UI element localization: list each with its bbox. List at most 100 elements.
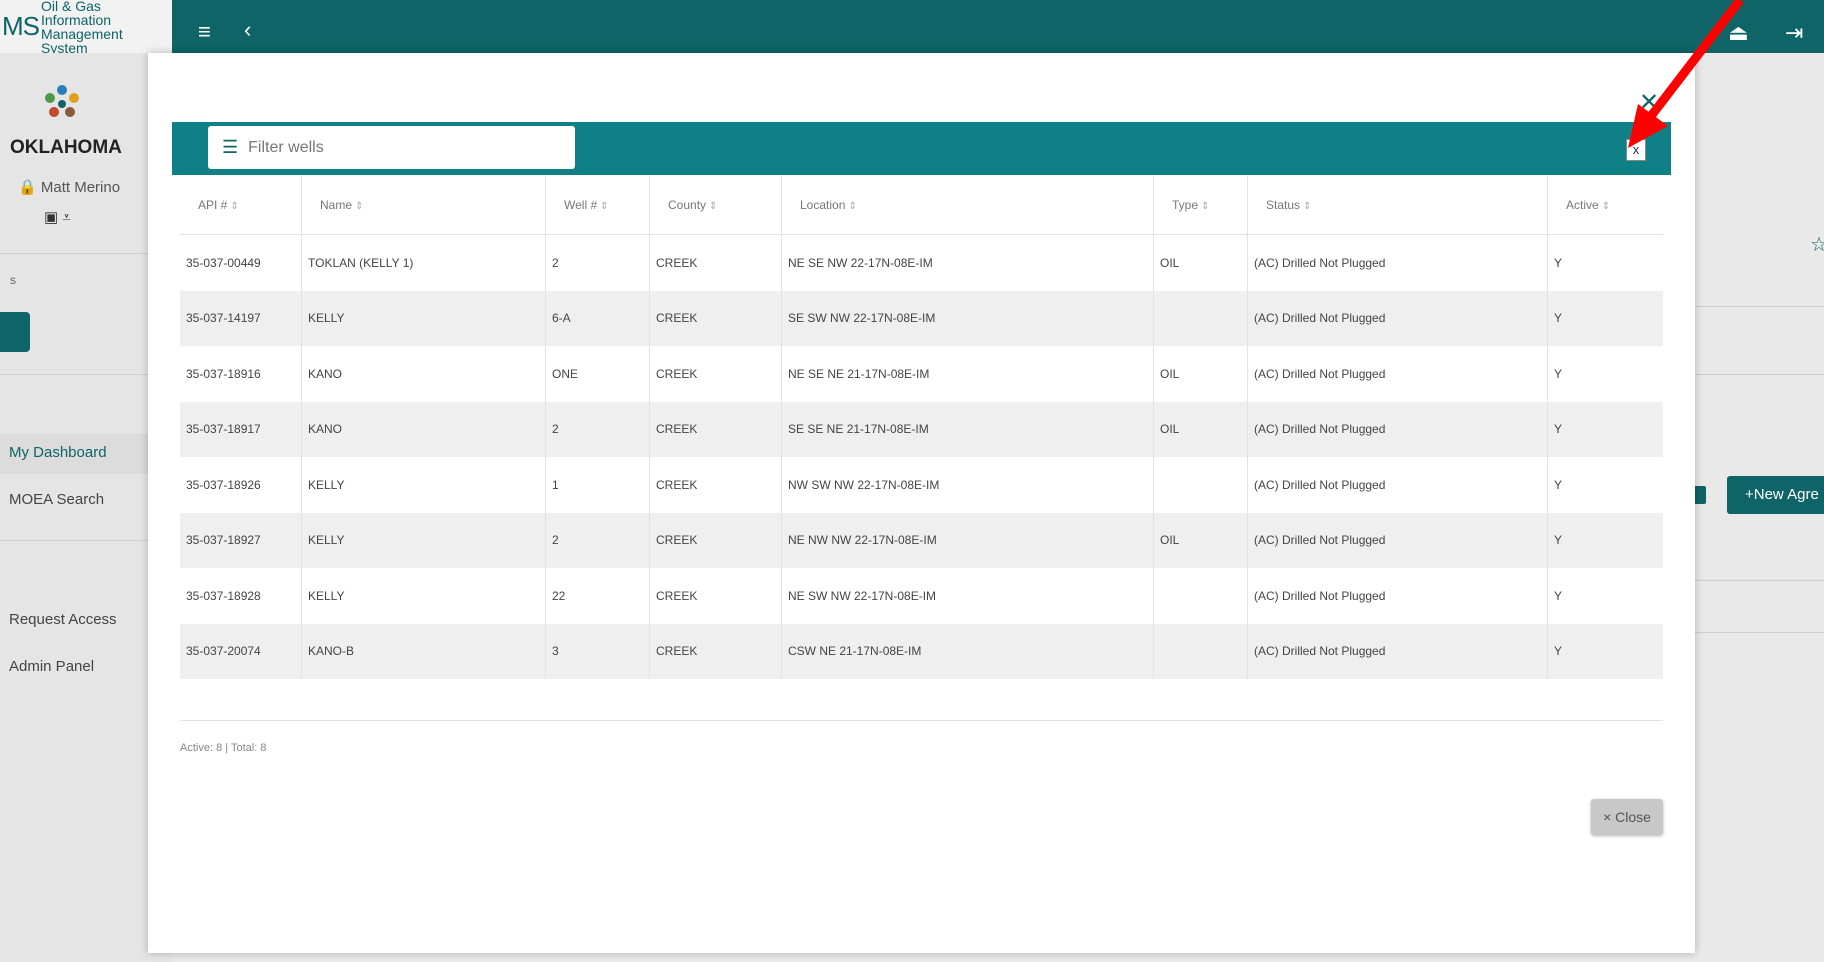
column-header-status[interactable]: Status ⇕ (1247, 176, 1548, 235)
user-name-text: Matt Merino (40, 179, 121, 196)
cell-county: CREEK (649, 234, 782, 291)
sidebar-item-moea-search[interactable]: MOEA Search (9, 491, 104, 508)
top-bar (0, 0, 1824, 53)
filter-icon: ☰ (222, 137, 239, 157)
cell-api: 35-037-14197 (180, 290, 302, 346)
logout-icon[interactable]: ⇥ (1785, 20, 1803, 46)
cell-status: (AC) Drilled Not Plugged (1247, 346, 1548, 402)
logo-text: Oil & Gas Information Management System (41, 0, 172, 55)
cell-status: (AC) Drilled Not Plugged (1247, 568, 1548, 624)
cell-type (1153, 623, 1248, 679)
sidebar-item-request-access[interactable]: Request Access (9, 611, 117, 628)
cell-active: Y (1547, 346, 1663, 402)
column-header-well-number[interactable]: Well # ⇕ (545, 176, 650, 235)
cell-type (1153, 457, 1248, 513)
state-logo-icon (45, 85, 79, 117)
cell-location: SE SE NE 21-17N-08E-IM (781, 401, 1154, 457)
column-header-label: Status (1266, 198, 1301, 212)
divider (1680, 306, 1824, 307)
divider (1680, 632, 1824, 633)
column-header-label: County (668, 198, 707, 212)
table-row[interactable]: 35-037-18917 KANO 2 CREEK SE SE NE 21-17… (180, 401, 1663, 457)
cell-county: CREEK (649, 512, 782, 568)
cell-status: (AC) Drilled Not Plugged (1247, 401, 1548, 457)
user-name: 🔒 Matt Merino (18, 179, 121, 196)
cell-active: Y (1547, 290, 1663, 346)
divider (180, 720, 1663, 721)
cell-type: OIL (1153, 346, 1248, 402)
cell-api: 35-037-18926 (186, 477, 261, 492)
cell-status: (AC) Drilled Not Plugged (1247, 234, 1548, 291)
wells-table: API # ⇕ Name ⇕ Well # ⇕ County ⇕ Location ⇕ T… (180, 176, 1663, 679)
cell-well-number: 3 (545, 623, 650, 679)
cell-type (1153, 568, 1248, 624)
table-row[interactable]: 35-037-20074 KANO-B 3 CREEK CSW NE 21-17… (180, 623, 1663, 679)
menu-icon[interactable]: ≡ (198, 19, 211, 45)
cell-location: NE SE NE 21-17N-08E-IM (781, 346, 1154, 402)
cell-type: OIL (1153, 401, 1248, 457)
filter-placeholder: Filter wells (248, 138, 324, 156)
cell-county: CREEK (649, 346, 782, 402)
column-header-label: Location (800, 198, 846, 212)
table-row[interactable]: 35-037-14197 KELLY 6-A CREEK SE SW NW 22… (180, 290, 1663, 346)
column-header-county[interactable]: County ⇕ (649, 176, 782, 235)
table-row[interactable]: 35-037-00449 TOKLAN (KELLY 1) 2 CREEK NE… (180, 234, 1663, 291)
cell-location: NW SW NW 22-17N-08E-IM (781, 457, 1154, 513)
sort-icon: ⇕ (1201, 201, 1210, 212)
profile-icon[interactable]: ▣ (44, 209, 58, 226)
cell-api: 35-037-18916 (186, 366, 261, 381)
cell-active: Y (1547, 401, 1663, 457)
cell-name: KANO-B (301, 623, 546, 679)
sort-icon: ⇕ (355, 201, 364, 212)
column-header-location[interactable]: Location ⇕ (781, 176, 1154, 235)
settings-icon[interactable]: ⩡ (62, 209, 70, 226)
column-header-label: Well # (564, 198, 598, 212)
cell-well-number: 22 (545, 568, 650, 624)
sidebar-item-my-dashboard[interactable]: My Dashboard (9, 444, 107, 461)
column-header-name[interactable]: Name ⇕ (301, 176, 546, 235)
section-label: s (10, 273, 16, 287)
logo-mark: MS (2, 11, 40, 41)
table-row[interactable]: 35-037-18927 KELLY 2 CREEK NE NW NW 22-1… (180, 512, 1663, 568)
cell-county: CREEK (649, 401, 782, 457)
cell-county: CREEK (649, 457, 782, 513)
cell-status: (AC) Drilled Not Plugged (1247, 290, 1548, 346)
column-header-label: Name (320, 198, 353, 212)
cell-name: KANO (301, 401, 546, 457)
filter-wells-input[interactable]: ☰ Filter wells (208, 126, 575, 169)
table-row[interactable]: 35-037-18928 KELLY 22 CREEK NE SW NW 22-… (180, 568, 1663, 624)
table-row[interactable]: 35-037-18916 KANO ONE CREEK NE SE NE 21-… (180, 346, 1663, 402)
sidebar-action-button[interactable] (0, 312, 30, 352)
cell-name: KELLY (301, 457, 546, 513)
new-agreement-button[interactable]: +New Agre (1727, 476, 1824, 514)
sort-icon: ⇕ (1303, 201, 1312, 212)
cell-type: OIL (1153, 512, 1248, 568)
cell-county: CREEK (649, 623, 782, 679)
close-button[interactable]: × Close (1591, 799, 1663, 835)
column-header-active[interactable]: Active ⇕ (1547, 176, 1663, 235)
cell-active: Y (1547, 457, 1663, 513)
divider (1680, 580, 1824, 581)
star-icon[interactable]: ☆ (1810, 232, 1824, 257)
cell-type: OIL (1153, 234, 1248, 291)
cell-api: 35-037-18917 (180, 401, 302, 457)
sort-icon: ⇕ (230, 201, 239, 212)
cell-active: Y (1547, 512, 1663, 568)
sidebar-item-admin-panel[interactable]: Admin Panel (9, 658, 94, 675)
app-logo[interactable]: MS Oil & Gas Information Management Syst… (0, 0, 172, 55)
cell-well-number: 6-A (545, 290, 650, 346)
cell-county: CREEK (649, 568, 782, 624)
cell-api: 35-037-00449 (186, 255, 261, 270)
cell-well-number: 2 (545, 401, 650, 457)
table-row[interactable]: 35-037-18926 KELLY 1 CREEK NW SW NW 22-1… (180, 457, 1663, 513)
cell-location: NE NW NW 22-17N-08E-IM (781, 512, 1154, 568)
cell-type (1153, 290, 1248, 346)
chevron-left-icon[interactable]: ‹ (244, 17, 251, 43)
column-header-api[interactable]: API # ⇕ (180, 176, 302, 235)
cell-status: (AC) Drilled Not Plugged (1247, 457, 1548, 513)
column-header-type[interactable]: Type ⇕ (1153, 176, 1248, 235)
cell-well-number: ONE (545, 346, 650, 402)
sort-icon: ⇕ (709, 201, 718, 212)
cell-active: Y (1547, 568, 1663, 624)
table-footer-count: Active: 8 | Total: 8 (180, 742, 267, 754)
